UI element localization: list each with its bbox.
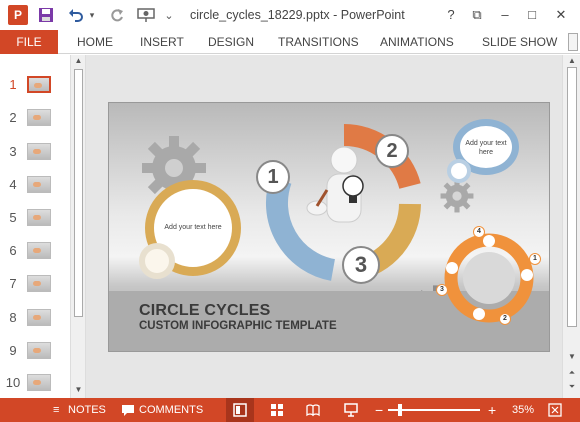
present-from-start-icon[interactable] [136,5,156,25]
tab-animations[interactable]: ANIMATIONS [380,30,454,54]
cycle-number-badge: 2 [375,134,409,168]
slide-thumbnail-image[interactable] [27,109,51,126]
fit-slide-icon[interactable] [548,403,562,417]
slide-thumbnail[interactable]: 9 [0,338,70,364]
scroll-down-icon[interactable]: ▼ [74,385,83,395]
tab-design[interactable]: DESIGN [208,30,254,54]
notes-icon[interactable]: ≡ [53,398,59,422]
bubble-text: Add your text here [164,224,222,231]
slide-thumbnail-image[interactable] [27,176,51,193]
powerpoint-app-icon[interactable]: P [8,5,28,25]
small-cycle-number: 4 [473,226,485,238]
reading-view-icon[interactable] [306,403,320,417]
slide-thumbnail[interactable]: 3 [0,139,70,165]
slide-number: 6 [9,243,17,258]
slide-thumbnail-image[interactable] [27,76,51,93]
slide-sorter-icon[interactable] [270,403,284,417]
next-slide-icon[interactable]: ⏷ [566,381,578,393]
slide-thumbnail-image[interactable] [27,374,51,391]
slide-thumbnail[interactable]: 2 [0,105,70,131]
slide-thumbnail-image[interactable] [27,242,51,259]
small-cycle-diagram [444,233,534,323]
slide-number: 2 [9,110,17,125]
tab-insert[interactable]: INSERT [140,30,184,54]
title-bar: P ▾ ⌄ circle_cycles_18229.pptx - PowerPo… [0,0,580,30]
scrollbar-thumb[interactable] [74,69,83,317]
slide-number: 8 [9,310,17,325]
slide-thumbnail[interactable]: 7 [0,271,70,297]
file-tab[interactable]: FILE [0,30,58,54]
maximize-button[interactable]: □ [521,5,543,25]
status-bar: ≡ NOTES COMMENTS − + 35% [0,398,580,422]
minimize-button[interactable]: – [494,5,516,25]
undo-dropdown-icon[interactable]: ▾ [87,5,97,25]
slide-thumbnail-image[interactable] [27,143,51,160]
bubble-accent [447,159,471,183]
slide-thumbnail[interactable]: 1 [0,72,70,98]
slide-thumbnail-image[interactable] [27,342,51,359]
slide-number: 10 [5,375,21,390]
undo-icon[interactable] [66,5,86,25]
ribbon-display-options-icon[interactable]: ⧉ [466,5,488,25]
help-icon[interactable]: ? [440,5,462,25]
slide-number: 1 [9,77,17,92]
slide-thumbnail[interactable]: 8 [0,305,70,331]
slide-thumbnail[interactable]: 5 [0,205,70,231]
zoom-in-button[interactable]: + [488,398,496,422]
slide-number: 5 [9,210,17,225]
zoom-out-button[interactable]: − [375,398,383,422]
slide-number: 3 [9,144,17,159]
slide-thumbnail[interactable]: 6 [0,238,70,264]
comments-button[interactable]: COMMENTS [139,398,203,422]
thumbnail-scrollbar[interactable]: ▲ ▼ [70,55,86,398]
close-button[interactable]: ✕ [550,5,572,25]
slide-thumbnail-pane: 1 2 3 4 5 6 7 8 9 10 [0,55,70,398]
slide-thumbnail-image[interactable] [27,209,51,226]
scroll-up-icon[interactable]: ▲ [74,56,83,66]
editor-scrollbar[interactable]: ▲ ▼ ⏶ ⏷ [562,55,580,398]
ribbon-scroll-right[interactable] [568,33,578,51]
slide-thumbnail-image[interactable] [27,309,51,326]
redo-icon[interactable] [108,5,126,25]
save-icon[interactable] [36,5,56,25]
slide-editor: 1 2 3 Add your text here Add your text h… [86,55,562,398]
normal-view-icon[interactable] [233,403,247,417]
slide-thumbnail[interactable]: 4 [0,172,70,198]
slide-thumbnail[interactable]: 10 [0,370,70,396]
cycle-number-badge: 3 [342,246,380,284]
scrollbar-thumb[interactable] [567,67,577,327]
bubble-text: Add your text here [465,140,507,156]
gear-icon [440,179,474,213]
cycle-number-badge: 1 [256,160,290,194]
slide-thumbnail-image[interactable] [27,275,51,292]
comments-icon[interactable] [121,403,135,417]
small-cycle-number: 1 [529,253,541,265]
scroll-up-icon[interactable]: ▲ [566,55,578,67]
slide-number: 9 [9,343,17,358]
previous-slide-icon[interactable]: ⏶ [566,367,578,379]
slide-show-icon[interactable] [344,403,358,417]
ribbon-tabs: FILE HOME INSERT DESIGN TRANSITIONS ANIM… [0,30,580,54]
document-title: circle_cycles_18229.pptx - PowerPoint [190,8,405,22]
slide-canvas[interactable]: 1 2 3 Add your text here Add your text h… [108,102,550,352]
zoom-level[interactable]: 35% [512,398,534,422]
slide-number: 4 [9,177,17,192]
tab-transitions[interactable]: TRANSITIONS [278,30,359,54]
scroll-down-icon[interactable]: ▼ [566,351,578,363]
workspace: 1 2 3 4 5 6 7 8 9 10 ▲ ▼ 1 2 3 Add your … [0,55,580,398]
tab-slide-show[interactable]: SLIDE SHOW [482,30,557,54]
zoom-slider-handle[interactable] [398,404,402,416]
slide-subtitle[interactable]: CUSTOM INFOGRAPHIC TEMPLATE [139,320,337,332]
notes-button[interactable]: NOTES [68,398,106,422]
small-cycle-number: 3 [436,284,448,296]
customize-qat-icon[interactable]: ⌄ [162,5,176,25]
slide-number: 7 [9,276,17,291]
small-cycle-number: 2 [499,313,511,325]
slide-title[interactable]: CIRCLE CYCLES [139,302,271,320]
bubble-accent [139,243,175,279]
tab-home[interactable]: HOME [77,30,113,54]
